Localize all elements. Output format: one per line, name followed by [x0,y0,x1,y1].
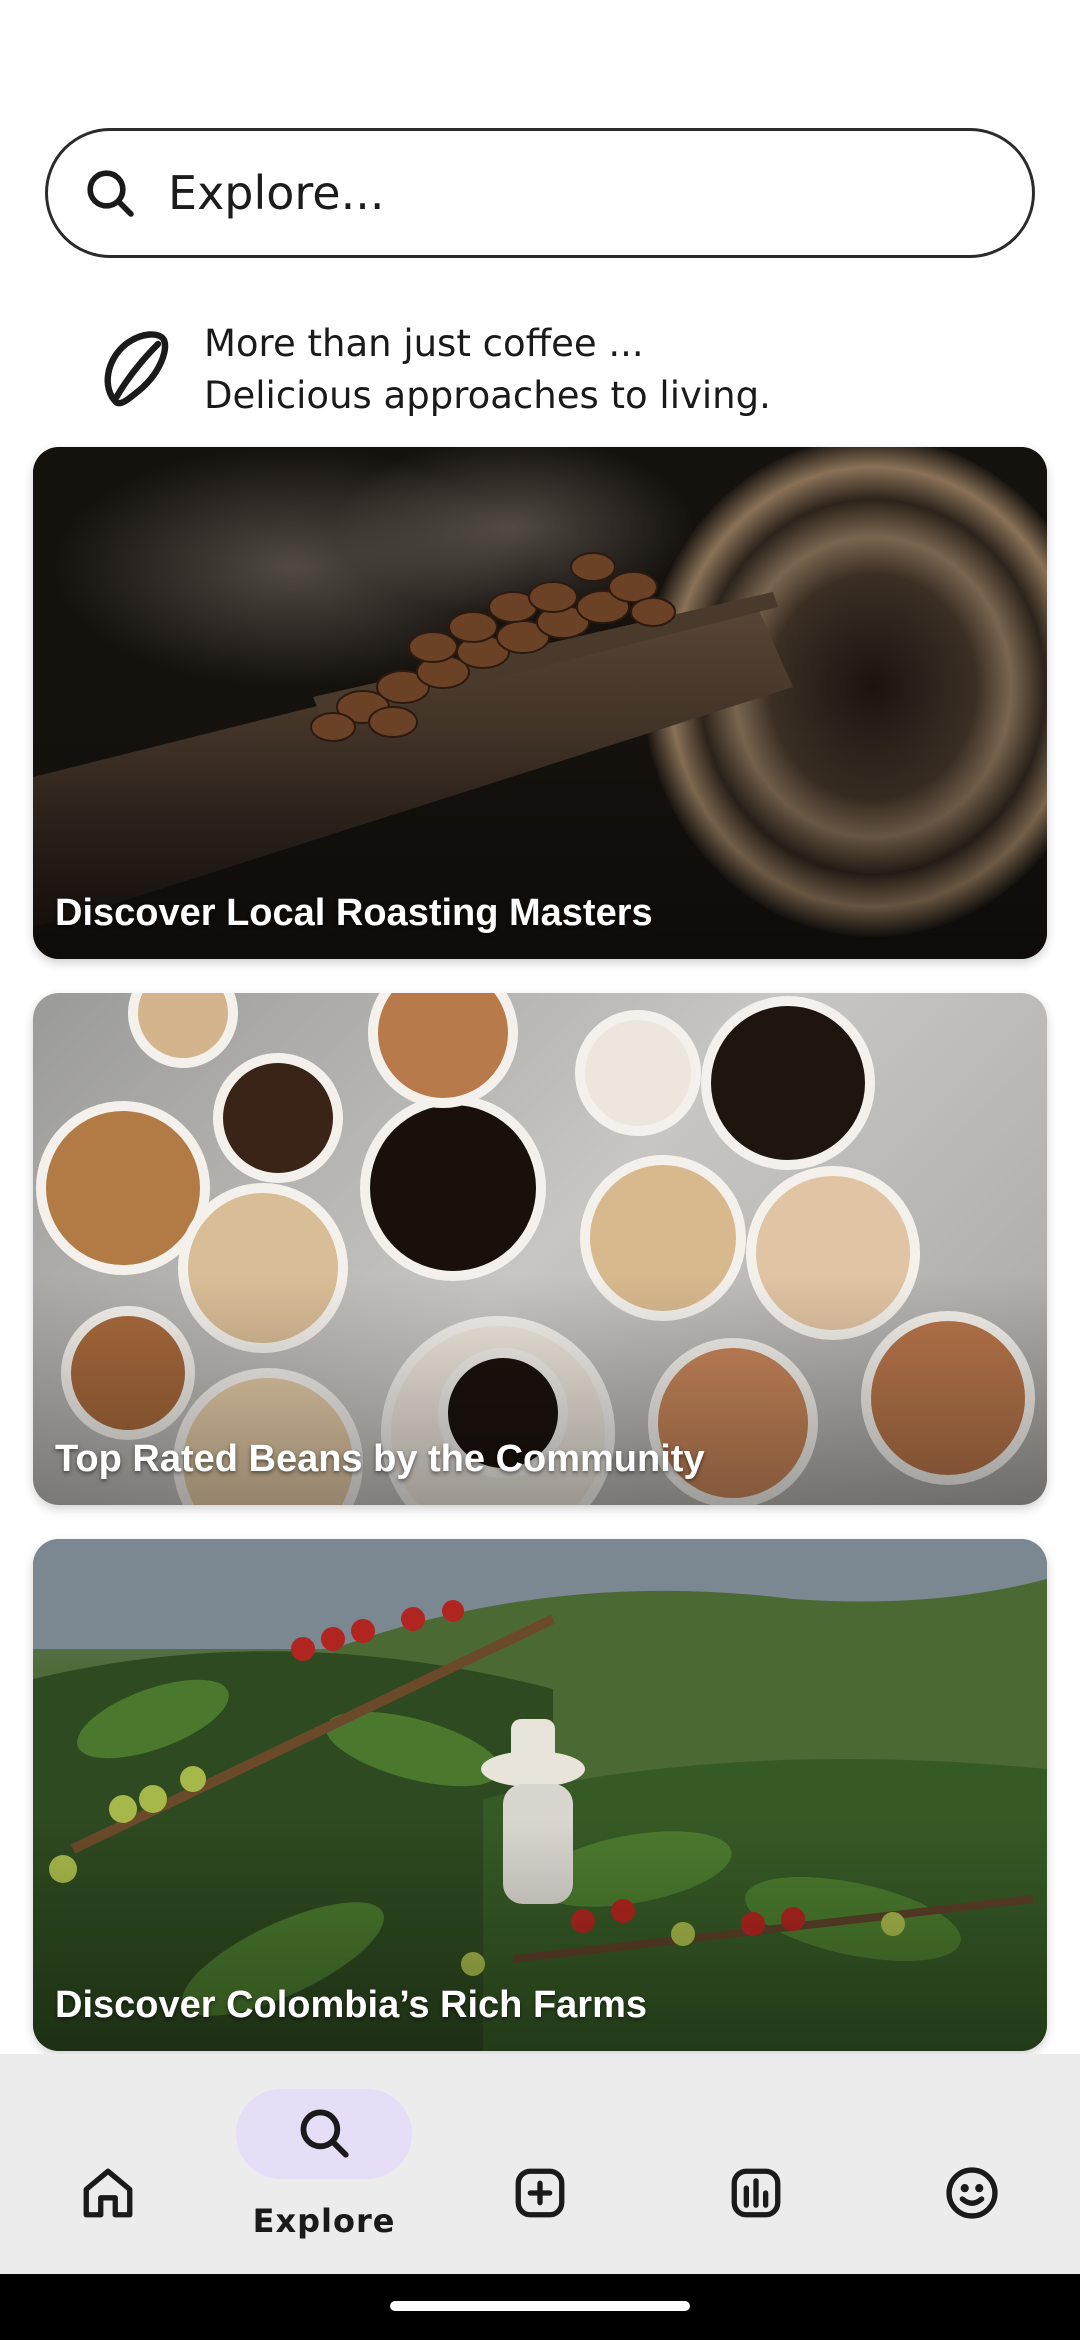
nav-item-add[interactable] [432,2054,648,2274]
bottom-navigation: Explore [0,2054,1080,2274]
card-title: Top Rated Beans by the Community [55,1438,705,1480]
tagline-text: More than just coffee ... Delicious appr… [204,318,771,422]
home-gesture-handle[interactable] [390,2301,690,2311]
tagline: More than just coffee ... Delicious appr… [98,318,771,422]
card-colombia-farms[interactable]: Discover Colombia’s Rich Farms [33,1539,1047,2051]
system-gesture-bar [0,2274,1080,2340]
nav-item-stats[interactable] [648,2054,864,2274]
add-icon [515,2168,565,2218]
search-bar[interactable] [45,128,1035,258]
card-top-rated-beans[interactable]: Top Rated Beans by the Community [33,993,1047,1505]
nav-label-explore: Explore [252,2202,396,2240]
stats-icon [731,2168,781,2218]
nav-item-profile[interactable] [864,2054,1080,2274]
nav-item-home[interactable] [0,2054,216,2274]
nav-item-explore[interactable]: Explore [216,2054,432,2274]
card-shade [33,447,1047,959]
explore-screen: More than just coffee ... Delicious appr… [0,0,1080,2340]
tagline-line-1: More than just coffee ... [204,322,644,365]
card-shade [33,993,1047,1505]
search-icon [300,2109,349,2158]
card-title: Discover Colombia’s Rich Farms [55,1984,648,2026]
card-title: Discover Local Roasting Masters [55,892,653,934]
card-roasting-masters[interactable]: Discover Local Roasting Masters [33,447,1047,959]
card-shade [33,1539,1047,2051]
search-icon [87,170,134,217]
search-input[interactable] [168,166,988,220]
coffee-bean-icon [104,331,169,407]
tagline-line-2: Delicious approaches to living. [204,374,771,417]
home-icon [83,2168,133,2218]
profile-icon [946,2167,998,2219]
